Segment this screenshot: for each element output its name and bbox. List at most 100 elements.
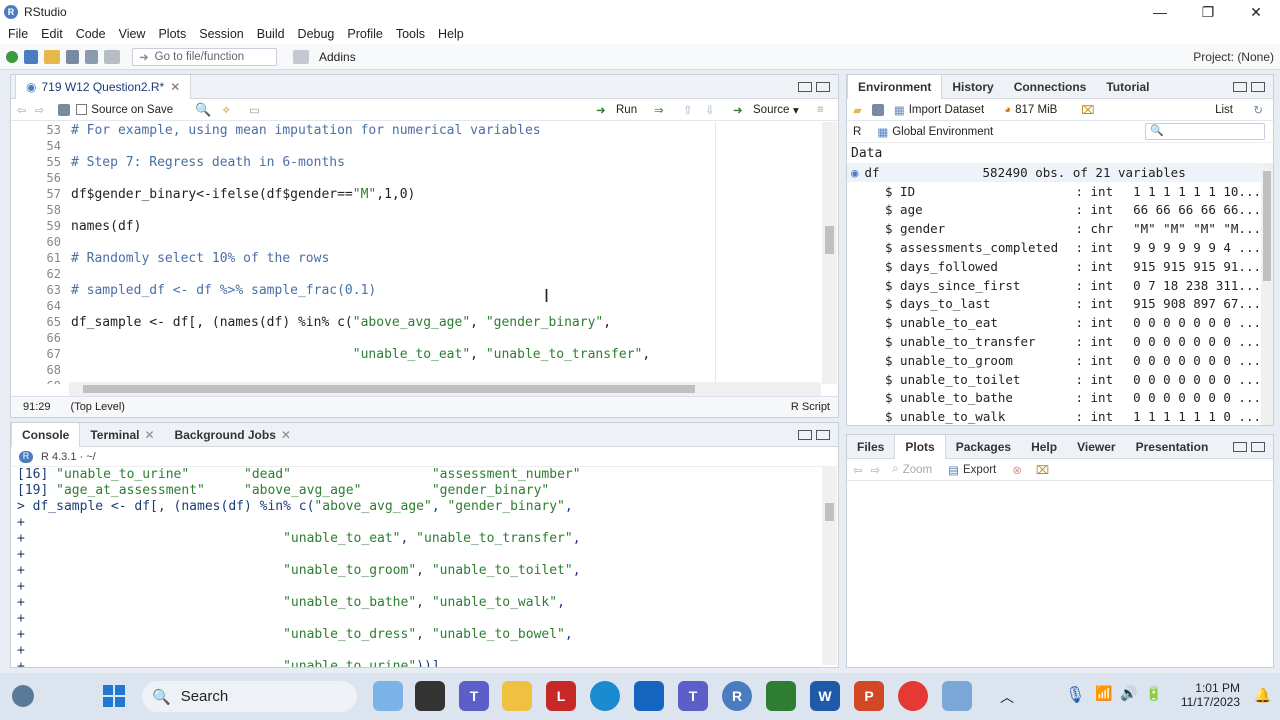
close-tab-icon[interactable]: ✕: [170, 80, 180, 94]
close-button[interactable]: ✕: [1232, 0, 1280, 24]
excel-like-icon[interactable]: [766, 681, 796, 711]
load-workspace-icon[interactable]: ▰: [853, 103, 862, 117]
save-icon[interactable]: [58, 103, 71, 116]
rstudio-taskbar-icon[interactable]: R: [722, 681, 752, 711]
weather-icon[interactable]: [12, 685, 34, 707]
open-file-icon[interactable]: [44, 49, 60, 64]
variable-row[interactable]: $ unable_to_eat: int 0 0 0 0 0 0 0 ...: [847, 313, 1261, 332]
wifi-icon[interactable]: 📶: [1095, 685, 1112, 702]
code-line[interactable]: 65 df_sample <- df[, (names(df) %in% c("a…: [11, 314, 821, 330]
volume-icon[interactable]: 🔊: [1120, 685, 1137, 702]
variable-row[interactable]: $ days_since_first: int 0 7 18 238 311...: [847, 276, 1261, 295]
code-line[interactable]: 62: [11, 266, 821, 282]
code-line[interactable]: 63 # sampled_df <- df %>% sample_frac(0.1…: [11, 282, 821, 298]
view-list-dropdown[interactable]: List: [1215, 104, 1233, 116]
code-line[interactable]: 57 df$gender_binary<-ifelse(df$gender=="M…: [11, 186, 821, 202]
edge-icon[interactable]: [590, 681, 620, 711]
minimize-button[interactable]: —: [1136, 0, 1184, 24]
print-icon[interactable]: [104, 49, 120, 64]
file-explorer-icon[interactable]: [502, 681, 532, 711]
tab-editor-file[interactable]: ◉ 719 W12 Question2.R* ✕: [15, 74, 192, 99]
tab-tutorial[interactable]: Tutorial: [1096, 75, 1159, 99]
terminal-app-icon[interactable]: [415, 681, 445, 711]
environment-scrollbar[interactable]: [1261, 163, 1273, 425]
variable-row[interactable]: $ days_to_last: int 915 908 897 67...: [847, 295, 1261, 314]
code-line[interactable]: 58: [11, 202, 821, 218]
word-icon[interactable]: W: [810, 681, 840, 711]
code-line[interactable]: 59 names(df): [11, 218, 821, 234]
pane-min-max[interactable]: [798, 429, 830, 440]
broom-icon[interactable]: ⌧: [1036, 463, 1049, 477]
code-line[interactable]: 68: [11, 362, 821, 378]
language-dropdown[interactable]: R: [853, 126, 861, 138]
zoom-button[interactable]: Zoom: [903, 464, 932, 476]
project-menu[interactable]: Project: (None): [1193, 50, 1274, 64]
menu-item-plots[interactable]: Plots: [158, 27, 186, 41]
menu-item-build[interactable]: Build: [257, 27, 285, 41]
tab-background-jobs[interactable]: Background Jobs ✕: [165, 423, 301, 447]
teams-new-icon[interactable]: T: [678, 681, 708, 711]
tab-terminal[interactable]: Terminal ✕: [80, 423, 164, 447]
save-all-icon[interactable]: [85, 49, 98, 64]
console-output[interactable]: [16] "unable_to_urine" "dead" "assessmen…: [17, 467, 817, 667]
menu-item-session[interactable]: Session: [199, 27, 243, 41]
taskbar-search[interactable]: 🔍 Search: [142, 681, 357, 712]
rerun-icon[interactable]: ⇒: [654, 103, 664, 117]
windows-start-icon[interactable]: [103, 685, 125, 707]
chevron-up-icon[interactable]: ︿: [1000, 687, 1014, 707]
forward-icon[interactable]: ⇨: [871, 463, 881, 477]
tab-packages[interactable]: Packages: [946, 435, 1021, 459]
console-scrollbar[interactable]: [822, 467, 837, 665]
microphone-icon[interactable]: 🎙: [1065, 685, 1085, 705]
tab-environment[interactable]: Environment: [847, 74, 943, 99]
addins-menu[interactable]: Addins: [319, 50, 356, 64]
variable-row[interactable]: $ unable_to_bathe: int 0 0 0 0 0 0 0 ...: [847, 389, 1261, 408]
tab-help[interactable]: Help: [1021, 435, 1067, 459]
code-line[interactable]: 66: [11, 330, 821, 346]
menu-item-view[interactable]: View: [119, 27, 146, 41]
variable-row[interactable]: $ unable_to_transfer: int 0 0 0 0 0 0 0 .…: [847, 332, 1261, 351]
pane-min-max[interactable]: [1233, 81, 1265, 92]
store-icon[interactable]: [634, 681, 664, 711]
maximize-button[interactable]: ❐: [1184, 0, 1232, 24]
code-line[interactable]: 53 # For example, using mean imputation f…: [11, 122, 821, 138]
environment-search-input[interactable]: 🔍: [1145, 123, 1265, 140]
chrome-icon[interactable]: [898, 681, 928, 711]
save-icon[interactable]: [66, 49, 79, 64]
teams-icon[interactable]: T: [459, 681, 489, 711]
df-row[interactable]: ◉ df 582490 obs. of 21 variables: [847, 163, 1261, 182]
code-line[interactable]: 60: [11, 234, 821, 250]
tab-files[interactable]: Files: [847, 435, 894, 459]
code-line[interactable]: 61 # Randomly select 10% of the rows: [11, 250, 821, 266]
forward-icon[interactable]: ⇨: [35, 103, 45, 117]
export-dropdown[interactable]: Export: [963, 464, 996, 476]
code-line[interactable]: 54: [11, 138, 821, 154]
tab-history[interactable]: History: [942, 75, 1003, 99]
new-file-icon[interactable]: [6, 50, 18, 63]
wand-icon[interactable]: ✧: [221, 103, 231, 117]
code-line[interactable]: 56: [11, 170, 821, 186]
scope-indicator[interactable]: (Top Level): [71, 401, 125, 413]
grid-icon[interactable]: [293, 49, 309, 64]
notification-bell-icon[interactable]: 🔔: [1254, 687, 1271, 704]
editor-horizontal-scrollbar[interactable]: [69, 382, 821, 396]
close-tab-icon[interactable]: ✕: [281, 428, 291, 442]
tab-presentation[interactable]: Presentation: [1126, 435, 1219, 459]
copilot-icon[interactable]: [373, 681, 403, 711]
tab-connections[interactable]: Connections: [1004, 75, 1097, 99]
source-button[interactable]: Source: [753, 104, 789, 116]
variable-row[interactable]: $ ID: int 1 1 1 1 1 1 10...: [847, 182, 1261, 201]
file-type-indicator[interactable]: R Script: [791, 401, 830, 413]
menu-item-help[interactable]: Help: [438, 27, 464, 41]
powerpoint-icon[interactable]: P: [854, 681, 884, 711]
broom-icon[interactable]: ⌧: [1081, 103, 1094, 117]
import-dataset-button[interactable]: Import Dataset: [909, 104, 984, 116]
search-icon[interactable]: 🔍: [195, 102, 211, 118]
refresh-icon[interactable]: ↻: [1253, 103, 1263, 117]
variable-row[interactable]: $ assessments_completed: int 9 9 9 9 9 9 …: [847, 238, 1261, 257]
clear-plot-icon[interactable]: ⊗: [1012, 463, 1022, 477]
back-icon[interactable]: ⇦: [853, 463, 863, 477]
tab-viewer[interactable]: Viewer: [1067, 435, 1125, 459]
expand-circle-icon[interactable]: ◉: [851, 165, 859, 180]
variable-row[interactable]: $ gender: chr "M" "M" "M" "M...: [847, 219, 1261, 238]
